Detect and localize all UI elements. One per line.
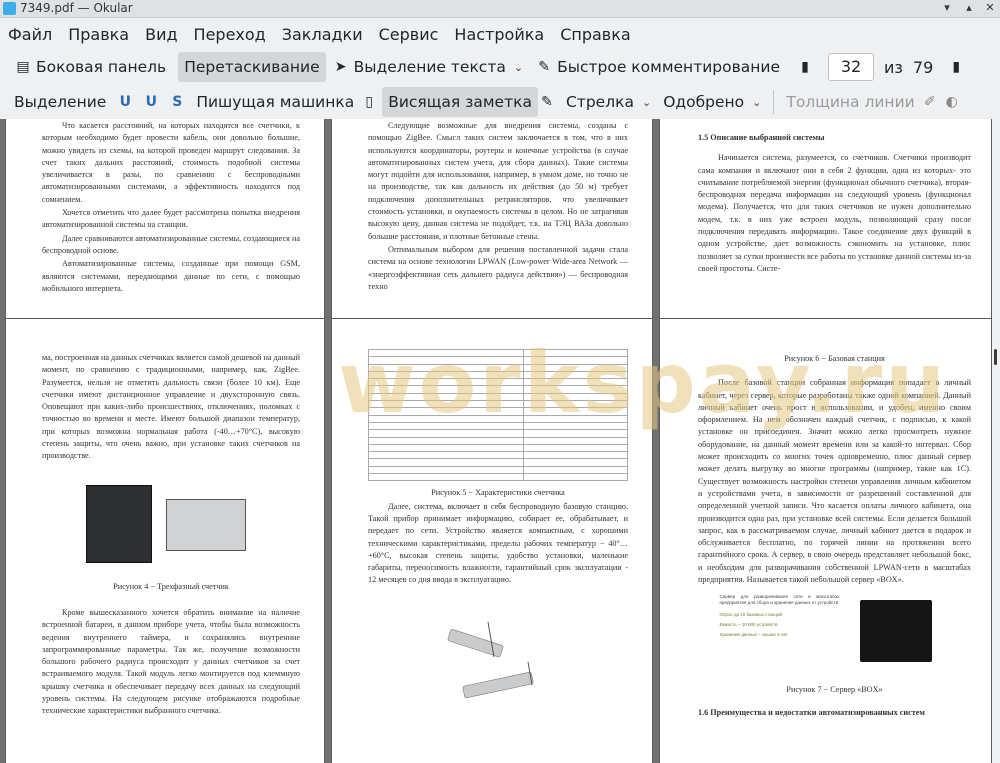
server-figure: Сервер для разворачивания сети в масштаб… — [720, 594, 950, 674]
paragraph: Оптимальным выбором для решения поставле… — [368, 244, 628, 291]
page-total-label: 79 — [912, 57, 934, 77]
menu-settings[interactable]: Настройка — [454, 25, 544, 44]
figure-caption: Рисунок 5 − Характеристики счетчика — [431, 488, 565, 498]
paragraph: Кроме вышесказанного хочется обратить вн… — [42, 607, 300, 716]
quick-annotation-label: Быстрое комментирование — [557, 58, 780, 76]
sidebar-button[interactable]: ▤ Боковая панель — [8, 52, 172, 82]
figure-caption: Рисунок 7 − Сервер «BOX» — [786, 685, 883, 695]
figure-caption: Рисунок 6 − Базовая станция — [784, 354, 885, 363]
paragraph: Далее сравниваются автоматизированные си… — [42, 233, 300, 255]
document-view[interactable]: Что касается расстояний, на которых нахо… — [0, 119, 992, 763]
paragraph: Следующие возможные для внедрения систем… — [368, 121, 628, 241]
highlight-tool-button[interactable]: Выделение — [8, 87, 112, 117]
title-bar: 7349.pdf — Okular ▾ ▴ ✕ — [0, 0, 1000, 18]
menu-tools[interactable]: Сервис — [379, 25, 439, 44]
menu-edit[interactable]: Правка — [68, 25, 129, 44]
browse-tool-label: Перетаскивание — [184, 58, 320, 76]
pen-icon: ✎ — [538, 59, 550, 75]
menu-bookmarks[interactable]: Закладки — [282, 25, 363, 44]
popup-note-tool-button[interactable]: Висящая заметка — [382, 87, 538, 117]
server-bullet: Емкость – 10 000 устройств — [719, 621, 778, 627]
quick-annotation-button[interactable]: ✎ Быстрое комментирование — [529, 52, 786, 82]
paragraph: ма, построенная на данных счетчиках явля… — [42, 353, 300, 461]
section-heading: 1.6 Преимущества и недостатки автоматизи… — [698, 707, 925, 717]
freehand-line-icon[interactable]: ✎ — [538, 93, 556, 111]
paragraph: Что касается расстояний, на которых нахо… — [42, 121, 300, 204]
opacity-icon[interactable]: ◐ — [943, 93, 961, 111]
menu-help[interactable]: Справка — [560, 25, 631, 44]
page-31-text: ма, построенная на данных счетчиках явля… — [42, 352, 300, 719]
meter-image — [166, 498, 246, 551]
menu-file[interactable]: Файл — [8, 25, 52, 44]
color-icon[interactable]: ✐ — [921, 93, 939, 111]
annotation-toolbar: Выделение U U S Пишущая машинка ▯ Висяща… — [0, 85, 1000, 119]
page-33-text: Рисунок 6 − Базовая станция После базово… — [698, 347, 971, 720]
maximize-icon[interactable]: ▴ — [962, 1, 976, 15]
server-bullet: Хранение данных – свыше 5 лет — [719, 631, 788, 637]
main-toolbar: ▤ Боковая панель Перетаскивание ➤ Выделе… — [0, 50, 1000, 84]
server-title: Сервер для разворачивания сети в масштаб… — [719, 594, 840, 606]
chevron-down-icon[interactable]: ⌄ — [752, 96, 761, 109]
paragraph: Далее, система, включает в себя беспрово… — [368, 501, 628, 585]
separator — [773, 90, 775, 114]
window-title: 7349.pdf — Okular — [20, 1, 133, 15]
sidebar-label: Боковая панель — [36, 58, 167, 76]
base-station-figure — [428, 617, 568, 717]
page-33: Рисунок 6 − Базовая станция После базово… — [659, 318, 992, 763]
menu-bar: Файл Правка Вид Переход Закладки Сервис … — [0, 19, 1000, 49]
browse-tool-button[interactable]: Перетаскивание — [178, 52, 326, 82]
server-box-image — [859, 600, 932, 663]
menu-go[interactable]: Переход — [194, 25, 266, 44]
meter-image — [86, 484, 152, 563]
paragraph: Хочется отметить что далее будет рассмот… — [42, 208, 300, 230]
server-description: Сервер для разворачивания сети в масштаб… — [720, 594, 840, 637]
close-icon[interactable]: ✕ — [983, 1, 997, 15]
paragraph: После базовой станции собранная информац… — [698, 378, 971, 585]
minimize-icon[interactable]: ▾ — [940, 1, 954, 15]
page-of-label: из — [884, 57, 903, 77]
next-page-icon[interactable]: ▮ — [947, 58, 965, 76]
meter-figure — [86, 484, 256, 565]
page-28-text: Что касается расстояний, на которых нахо… — [42, 120, 300, 296]
okular-app-icon — [3, 2, 16, 15]
arrow-label: Стрелка — [565, 93, 634, 111]
page-30-text: 1.5 Описание выбранной системы Начинаетс… — [698, 128, 971, 276]
typewriter-label: Пишущая машинка — [196, 93, 355, 111]
spec-table — [367, 348, 628, 482]
vertical-scrollbar[interactable] — [992, 119, 1000, 763]
paragraph: Начинается система, разумеется, со счетч… — [698, 153, 971, 273]
line-width-label: Толщина линии — [786, 93, 915, 111]
highlight-label: Выделение — [14, 93, 107, 111]
underline-icon[interactable]: U — [115, 92, 135, 112]
server-bullet: Опрос до 10 базовых станций — [719, 612, 783, 618]
typewriter-tool-button[interactable]: Пишущая машинка — [190, 87, 360, 117]
page-31: ма, построенная на данных счетчиках явля… — [5, 318, 325, 763]
popup-note-label: Висящая заметка — [388, 93, 532, 111]
paragraph: Автоматизированные системы, созданные пр… — [42, 259, 300, 293]
stamp-label: Одобрено — [663, 93, 745, 111]
chevron-down-icon[interactable]: ⌄ — [642, 96, 651, 109]
stamp-tool-button[interactable]: Одобрено ⌄ — [657, 87, 767, 117]
page-number-input[interactable]: 32 — [828, 53, 874, 81]
page-29-text: Следующие возможные для внедрения систем… — [368, 120, 628, 294]
text-select-label: Выделение текста — [353, 58, 506, 76]
base-station-image — [447, 621, 534, 698]
page-32: Рисунок 5 − Характеристики счетчика Дале… — [331, 318, 653, 763]
page-32-text: Рисунок 5 − Характеристики счетчика Дале… — [367, 319, 628, 727]
menu-view[interactable]: Вид — [145, 25, 177, 44]
previous-page-icon[interactable]: ▮ — [796, 58, 814, 76]
text-select-tool-button[interactable]: ➤ Выделение текста ⌄ — [326, 52, 529, 82]
inline-note-icon[interactable]: ▯ — [360, 93, 378, 111]
arrow-tool-button[interactable]: Стрелка ⌄ — [560, 87, 657, 117]
squiggle-icon[interactable]: U — [141, 92, 161, 112]
strikeout-icon[interactable]: S — [167, 92, 187, 112]
line-width-button[interactable]: Толщина линии — [780, 87, 920, 117]
scrollbar-thumb[interactable] — [994, 349, 997, 365]
chevron-down-icon[interactable]: ⌄ — [514, 61, 523, 74]
figure-caption: Рисунок 4 − Трехфазный счетчик — [113, 581, 229, 591]
section-heading: 1.5 Описание выбранной системы — [698, 133, 825, 142]
cursor-icon: ➤ — [334, 59, 347, 75]
sidebar-icon: ▤ — [16, 59, 30, 75]
